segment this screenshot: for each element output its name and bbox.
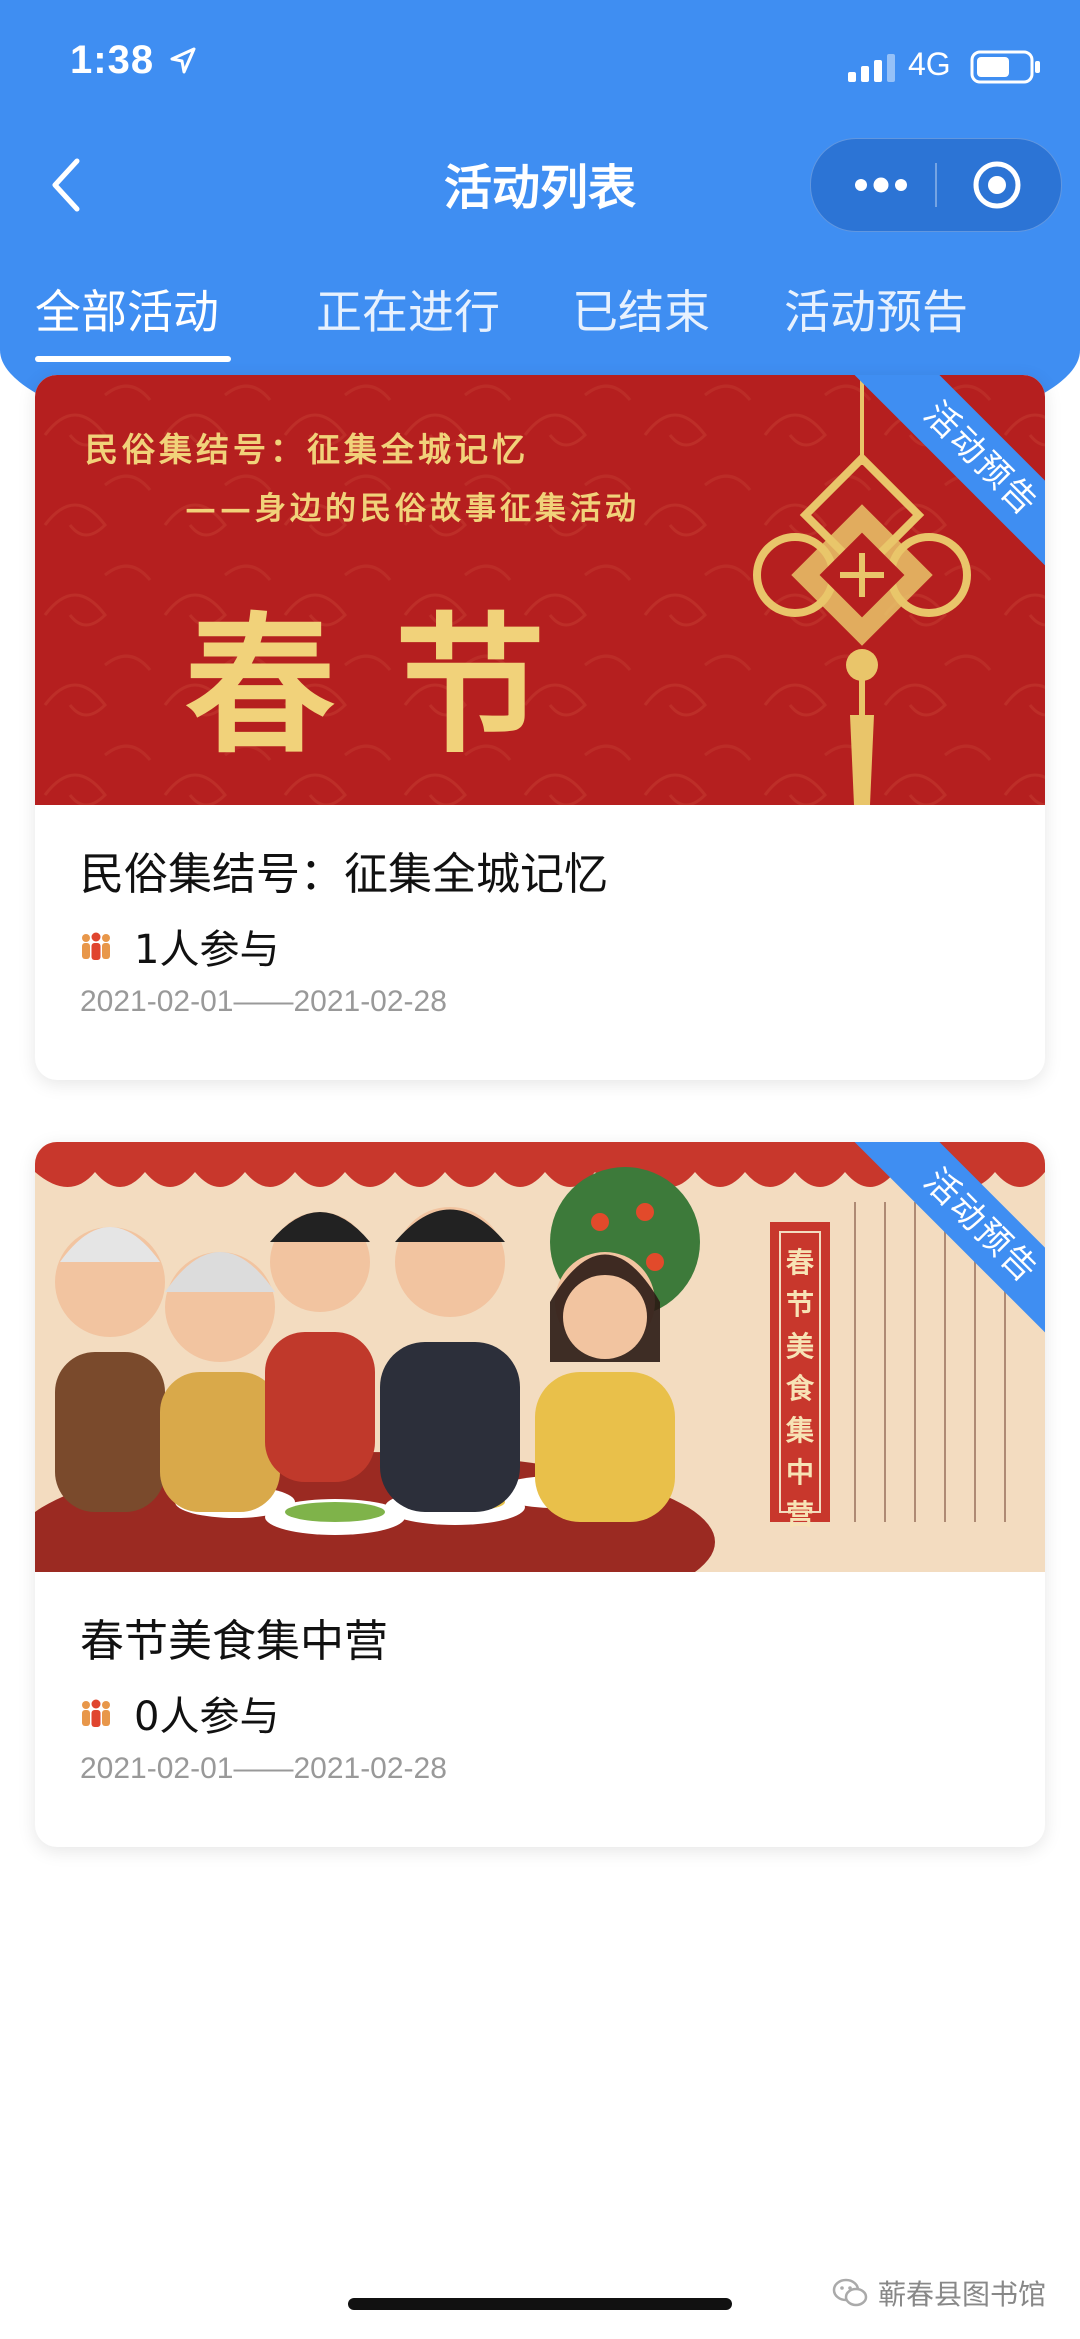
tab-preview[interactable]: 活动预告 <box>784 276 968 342</box>
activity-date-range: 2021-02-01——2021-02-28 <box>80 985 447 1018</box>
preview-ribbon: 活动预告 <box>845 1142 1045 1342</box>
active-tab-indicator <box>35 356 231 362</box>
activity-title: 民俗集结号：征集全城记忆 <box>80 849 608 900</box>
close-target-icon[interactable] <box>971 159 1023 211</box>
activity-title: 春节美食集中营 <box>80 1616 388 1667</box>
filter-tabs: 全部活动 正在进行 已结束 活动预告 <box>0 270 1080 370</box>
preview-ribbon-label: 活动预告 <box>853 1142 1045 1342</box>
network-type: 4G <box>908 46 951 82</box>
tab-ended[interactable]: 已结束 <box>572 276 710 342</box>
wechat-watermark: 蕲春县图书馆 <box>832 2268 1046 2318</box>
people-icon <box>82 1699 110 1727</box>
preview-ribbon-label: 活动预告 <box>853 375 1045 575</box>
watermark-text: 蕲春县图书馆 <box>878 2278 1047 2311</box>
more-icon[interactable] <box>851 169 911 201</box>
preview-ribbon: 活动预告 <box>845 375 1045 575</box>
people-icon <box>82 932 110 960</box>
cellular-signal-icon <box>848 54 895 82</box>
wechat-icon <box>832 2278 868 2307</box>
tab-ongoing[interactable]: 正在进行 <box>316 276 500 342</box>
participants-row: 1人参与 <box>80 917 279 975</box>
activity-card-food-camp[interactable]: 春节美食集中营 活动预告 春节美食集中营 0人参与 2021-02-01——20… <box>35 1142 1045 1847</box>
tab-all-activities[interactable]: 全部活动 <box>35 276 219 342</box>
banner-headline: 民俗集结号：征集全城记忆 <box>85 430 529 469</box>
activity-date-range: 2021-02-01——2021-02-28 <box>80 1752 447 1785</box>
activity-card-spring-festival[interactable]: 民俗集结号：征集全城记忆 ——身边的民俗故事征集活动 春节 活动预告 民俗集结号… <box>35 375 1045 1080</box>
banner-big-title: 春节 <box>185 598 606 774</box>
participant-count: 0人参与 <box>134 1694 280 1740</box>
banner-subheadline: ——身边的民俗故事征集活动 <box>185 491 640 527</box>
location-arrow-icon <box>170 47 196 74</box>
participants-row: 0人参与 <box>80 1684 279 1742</box>
banner-scroll-title: 春节美食集中营 <box>785 1246 814 1531</box>
battery-icon <box>970 50 1040 84</box>
status-time: 1:38 <box>70 38 155 82</box>
participant-count: 1人参与 <box>134 927 280 973</box>
chevron-left-icon <box>52 158 80 212</box>
miniprogram-capsule <box>810 138 1062 232</box>
home-indicator[interactable] <box>348 2298 732 2310</box>
page-title: 活动列表 <box>443 160 636 216</box>
back-button[interactable] <box>40 150 90 220</box>
capsule-divider <box>935 163 937 207</box>
status-bar: 1:38 4G <box>0 0 1080 130</box>
